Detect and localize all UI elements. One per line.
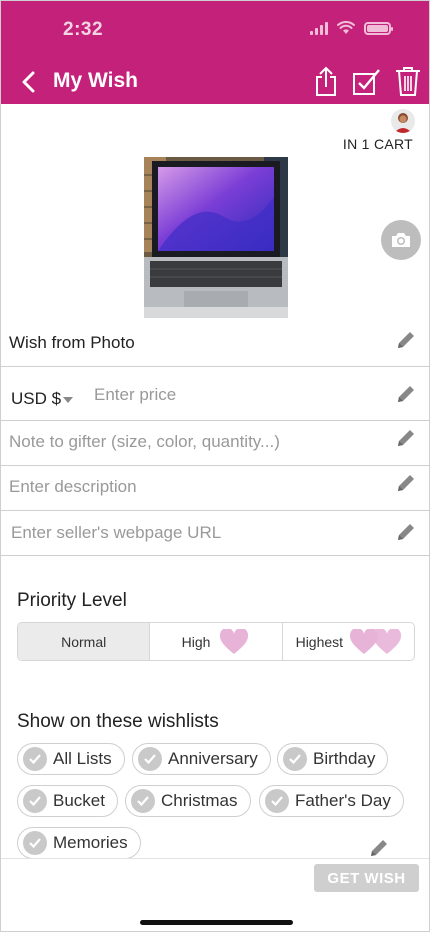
avatar (391, 109, 415, 133)
url-row[interactable]: Enter seller's webpage URL (1, 511, 429, 556)
check-circle-icon (283, 747, 307, 771)
camera-icon (392, 233, 410, 247)
wish-name-row[interactable]: Wish from Photo (1, 319, 429, 367)
page-title: My Wish (53, 69, 138, 92)
back-button[interactable] (18, 69, 42, 95)
description-input[interactable]: Enter description (9, 477, 137, 497)
chip-label: Father's Day (295, 791, 391, 810)
priority-selector: Normal High Highest (17, 622, 415, 661)
priority-high-label: High (181, 633, 211, 650)
check-circle-icon (265, 789, 289, 813)
edit-wishlists-icon[interactable] (368, 837, 390, 859)
wishlist-chip-anniversary[interactable]: Anniversary (132, 743, 271, 775)
check-circle-icon (138, 747, 162, 771)
wish-name-value: Wish from Photo (9, 333, 135, 352)
get-wish-button[interactable]: GET WISH (314, 864, 419, 892)
currency-select[interactable]: USD $ (11, 389, 61, 409)
note-row[interactable]: Note to gifter (size, color, quantity...… (1, 421, 429, 466)
bottom-bar: GET WISH (1, 858, 429, 931)
priority-high[interactable]: High (150, 623, 283, 660)
wishlist-chip-bucket[interactable]: Bucket (17, 785, 118, 817)
edit-description-icon[interactable] (395, 472, 417, 494)
edit-name-icon[interactable] (395, 329, 417, 351)
chip-label: Memories (53, 833, 128, 852)
wishlist-chip-christmas[interactable]: Christmas (125, 785, 251, 817)
heart-icon (220, 629, 249, 654)
edit-note-icon[interactable] (395, 427, 417, 449)
chip-label: Anniversary (168, 749, 258, 768)
priority-normal[interactable]: Normal (18, 623, 151, 660)
chip-label: Bucket (53, 791, 105, 810)
check-circle-icon (23, 831, 47, 855)
priority-highest-label: Highest (295, 633, 344, 650)
edit-price-icon[interactable] (395, 383, 417, 405)
nav-bar: My Wish (1, 61, 429, 103)
check-circle-icon (23, 747, 47, 771)
wishlists-title: Show on these wishlists (17, 711, 219, 732)
wish-photo[interactable] (144, 157, 288, 318)
home-indicator (140, 920, 293, 925)
app-screen: 2:32 My Wish IN 1 CART Wish from Photo U… (0, 0, 430, 932)
chevron-down-icon[interactable] (63, 397, 73, 403)
cart-status: IN 1 CART (342, 136, 413, 152)
double-heart-icon (349, 629, 401, 654)
wishlist-chip-all-lists[interactable]: All Lists (17, 743, 125, 775)
wishlist-chip-birthday[interactable]: Birthday (277, 743, 389, 775)
priority-normal-label: Normal (61, 633, 107, 650)
edit-url-icon[interactable] (395, 521, 417, 543)
signal-icon (310, 21, 328, 35)
camera-button[interactable] (381, 220, 421, 260)
check-circle-icon (23, 789, 47, 813)
header: 2:32 My Wish (1, 1, 429, 104)
battery-icon (364, 21, 393, 35)
wishlist-chip-memories[interactable]: Memories (17, 827, 141, 859)
chip-label: All Lists (53, 749, 112, 768)
wishlist-chip-fathers-day[interactable]: Father's Day (259, 785, 404, 817)
price-input[interactable]: Enter price (94, 385, 176, 405)
price-row: USD $ Enter price (1, 367, 429, 421)
chip-label: Christmas (161, 791, 238, 810)
share-icon[interactable] (311, 65, 341, 97)
priority-highest[interactable]: Highest (283, 623, 414, 660)
description-row[interactable]: Enter description (1, 466, 429, 511)
priority-title: Priority Level (17, 590, 127, 611)
status-time: 2:32 (63, 19, 104, 40)
status-icons (310, 21, 393, 35)
check-circle-icon (131, 789, 155, 813)
chip-label: Birthday (313, 749, 376, 768)
trash-icon[interactable] (393, 65, 423, 97)
wifi-icon (337, 21, 355, 34)
url-input[interactable]: Enter seller's webpage URL (11, 523, 221, 543)
note-input[interactable]: Note to gifter (size, color, quantity...… (9, 432, 280, 452)
check-icon[interactable] (351, 65, 381, 97)
